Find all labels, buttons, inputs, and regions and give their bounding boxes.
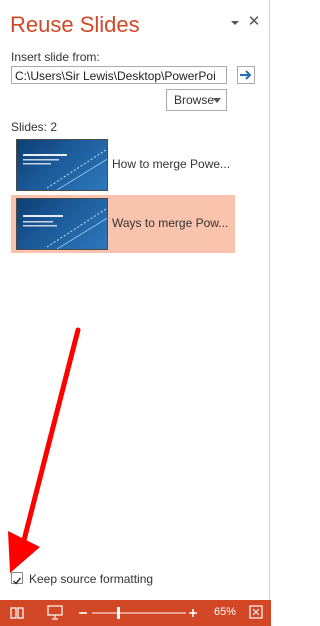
reuse-slides-pane: Reuse Slides ✕ Insert slide from: C:\Use… xyxy=(0,0,270,600)
plus-icon xyxy=(189,609,197,617)
dropdown-arrow-icon xyxy=(213,98,221,103)
pane-title: Reuse Slides xyxy=(10,12,140,37)
slide-item[interactable]: How to merge Powe... xyxy=(11,136,235,194)
keep-source-formatting-label: Keep source formatting xyxy=(29,572,154,586)
status-bar: 65% xyxy=(0,600,271,626)
browse-button-label: Browse xyxy=(174,93,215,107)
zoom-slider-thumb xyxy=(117,607,120,619)
chevron-down-icon[interactable] xyxy=(229,17,241,29)
zoom-slider[interactable] xyxy=(78,606,198,620)
slide-thumbnail xyxy=(16,139,108,191)
close-icon[interactable]: ✕ xyxy=(247,14,261,29)
slide-item-label: How to merge Powe... xyxy=(112,157,231,171)
slideshow-icon[interactable] xyxy=(47,605,63,620)
fit-to-window-icon[interactable] xyxy=(249,605,263,619)
notes-icon[interactable] xyxy=(10,606,24,620)
slide-thumbnail xyxy=(16,198,108,250)
source-path-input[interactable]: C:\Users\Sir Lewis\Desktop\PowerPoi xyxy=(11,66,227,84)
arrow-right-icon[interactable] xyxy=(237,66,255,84)
zoom-level[interactable]: 65% xyxy=(214,606,236,618)
browse-button[interactable]: Browse xyxy=(166,89,227,111)
slide-item-label: Ways to merge Pow... xyxy=(112,216,229,230)
slide-item-selected[interactable]: Ways to merge Pow... xyxy=(11,195,235,253)
keep-source-formatting-checkbox[interactable] xyxy=(11,572,23,585)
slides-count-label: Slides: 2 xyxy=(11,120,58,134)
insert-slide-from-label: Insert slide from: xyxy=(11,50,100,64)
checkmark-icon xyxy=(12,577,22,585)
